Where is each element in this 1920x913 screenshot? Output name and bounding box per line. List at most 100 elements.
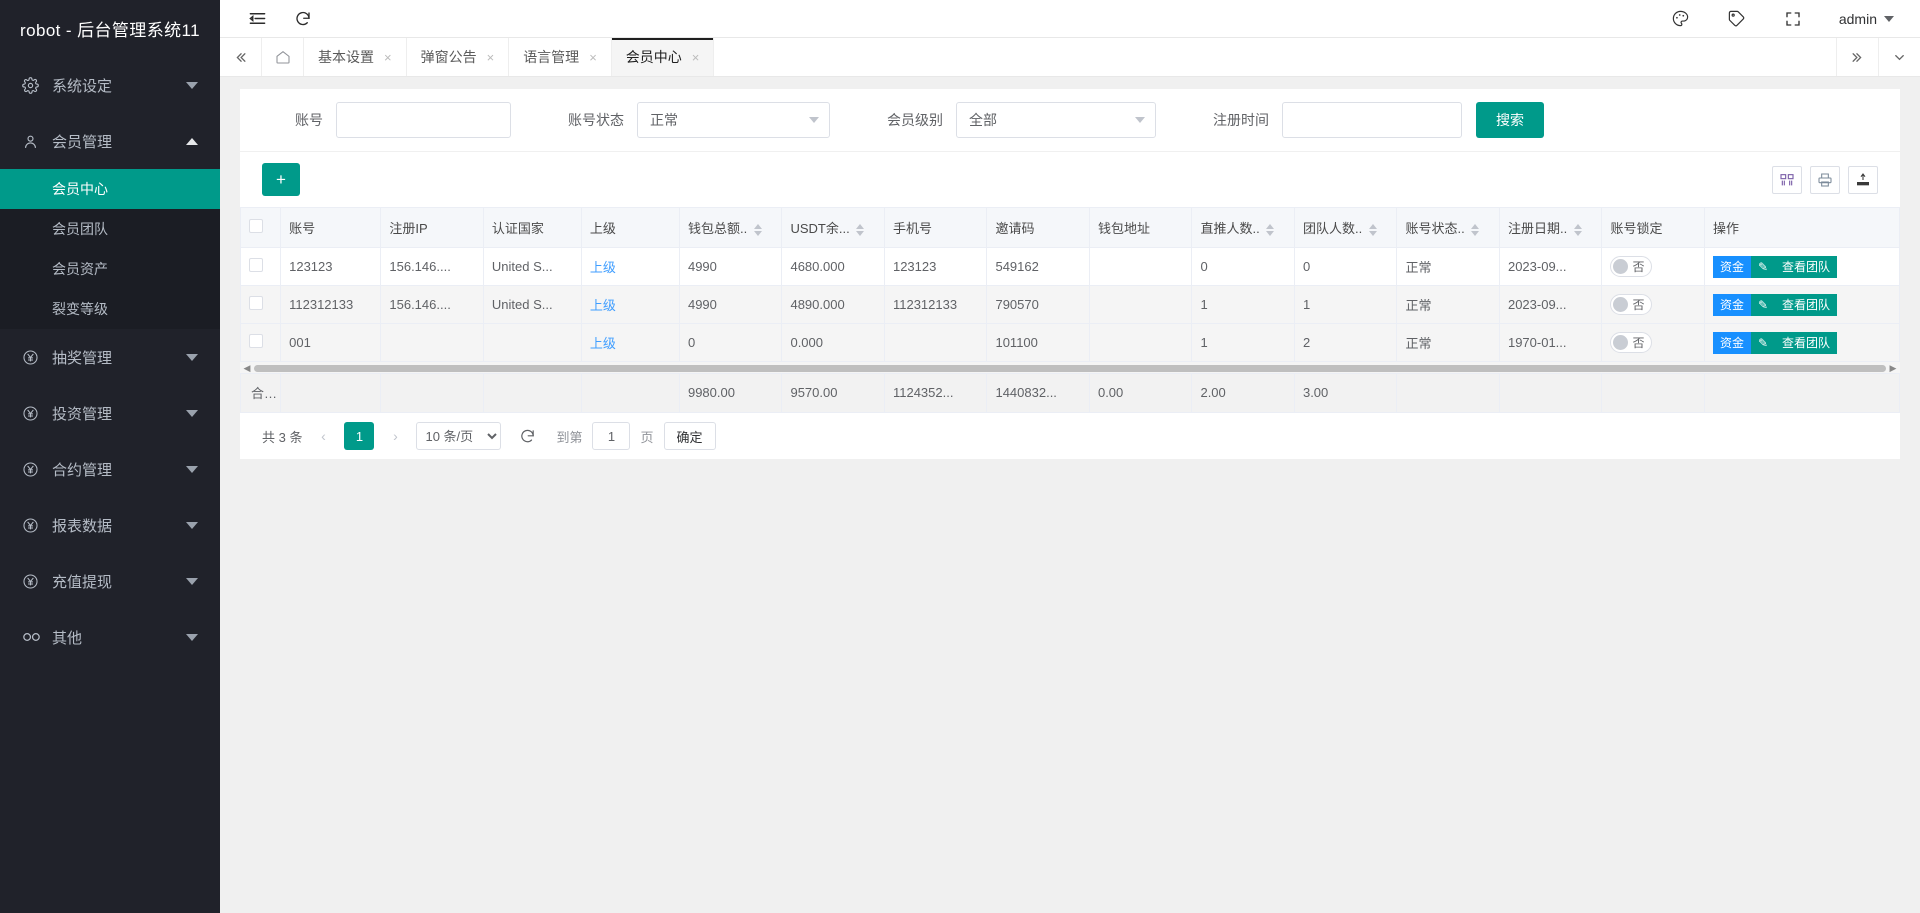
sort-icon[interactable]	[1266, 224, 1274, 236]
row-checkbox[interactable]	[249, 296, 263, 310]
table-row[interactable]: 123123 156.146.... United S... 上级 4990 4…	[241, 248, 1900, 286]
tab-basic-settings[interactable]: 基本设置 ×	[304, 38, 407, 76]
sort-icon[interactable]	[1471, 224, 1479, 236]
sort-icon[interactable]	[1369, 224, 1377, 236]
tabs-scroll-left-button[interactable]	[220, 38, 262, 76]
export-icon[interactable]	[1848, 166, 1878, 194]
table-body: 123123 156.146.... United S... 上级 4990 4…	[241, 248, 1900, 362]
sidebar-item-contract-management[interactable]: 合约管理	[0, 441, 220, 497]
tab-member-center[interactable]: 会员中心 ×	[612, 38, 715, 76]
account-input[interactable]	[336, 102, 511, 138]
edit-pencil-icon[interactable]: ✎	[1751, 256, 1775, 278]
home-icon[interactable]	[262, 38, 304, 76]
col-status[interactable]: 账号状态..	[1397, 208, 1500, 248]
sidebar-item-member-management[interactable]: 会员管理	[0, 113, 220, 169]
scroll-right-icon[interactable]: ▶	[1887, 362, 1899, 374]
sort-icon[interactable]	[856, 224, 864, 236]
col-parent[interactable]: 上级	[581, 208, 679, 248]
view-team-button[interactable]: 查看团队	[1775, 332, 1837, 354]
lock-toggle[interactable]: 否	[1610, 294, 1652, 315]
col-invite[interactable]: 邀请码	[987, 208, 1090, 248]
sidebar-item-member-center[interactable]: 会员中心	[0, 169, 220, 209]
table-horizontal-scrollbar[interactable]: ◀ ▶	[240, 362, 1900, 374]
row-checkbox[interactable]	[249, 258, 263, 272]
view-team-button[interactable]: 查看团队	[1775, 256, 1837, 278]
cell-status: 正常	[1397, 248, 1500, 286]
tabs-scroll-right-button[interactable]	[1836, 38, 1878, 76]
scrollbar-thumb[interactable]	[254, 365, 1886, 372]
col-account[interactable]: 账号	[281, 208, 381, 248]
refresh-icon[interactable]	[519, 428, 536, 445]
tag-icon[interactable]	[1709, 0, 1765, 37]
close-icon[interactable]: ×	[487, 51, 495, 64]
sort-icon[interactable]	[754, 224, 762, 236]
funds-button[interactable]: 资金	[1713, 256, 1751, 278]
fullscreen-icon[interactable]	[1765, 0, 1821, 37]
prev-page-button[interactable]: ‹	[312, 422, 334, 450]
col-wallet-address[interactable]: 钱包地址	[1089, 208, 1192, 248]
edit-pencil-icon[interactable]: ✎	[1751, 294, 1775, 316]
table-row[interactable]: 112312133 156.146.... United S... 上级 499…	[241, 286, 1900, 324]
register-time-input[interactable]	[1282, 102, 1462, 138]
cell-operations: 资金 ✎ 查看团队	[1704, 248, 1899, 286]
sidebar-item-member-team[interactable]: 会员团队	[0, 209, 220, 249]
funds-button[interactable]: 资金	[1713, 332, 1751, 354]
sidebar-item-fission-level[interactable]: 裂变等级	[0, 289, 220, 329]
col-operations[interactable]: 操作	[1704, 208, 1899, 248]
col-label: 手机号	[893, 221, 932, 236]
col-account-lock[interactable]: 账号锁定	[1602, 208, 1705, 248]
parent-link[interactable]: 上级	[590, 336, 616, 351]
table-row[interactable]: 001 上级 0 0.000 101100 1 2	[241, 324, 1900, 362]
account-status-select[interactable]: 正常	[637, 102, 830, 138]
parent-link[interactable]: 上级	[590, 260, 616, 275]
tab-popup-announcement[interactable]: 弹窗公告 ×	[407, 38, 510, 76]
col-usdt[interactable]: USDT余...	[782, 208, 885, 248]
sidebar-item-investment-management[interactable]: 投资管理	[0, 385, 220, 441]
close-icon[interactable]: ×	[384, 51, 392, 64]
col-direct-count[interactable]: 直推人数..	[1192, 208, 1295, 248]
parent-link[interactable]: 上级	[590, 298, 616, 313]
tabs-dropdown-button[interactable]	[1878, 38, 1920, 76]
page-size-select[interactable]: 10 条/页 20 条/页 50 条/页 100 条/页	[416, 422, 501, 450]
confirm-button[interactable]: 确定	[664, 422, 716, 450]
row-checkbox[interactable]	[249, 334, 263, 348]
search-button[interactable]: 搜索	[1476, 102, 1544, 138]
select-all-checkbox[interactable]	[249, 219, 263, 233]
sidebar-item-system-settings[interactable]: 系统设定	[0, 57, 220, 113]
sidebar-item-member-assets[interactable]: 会员资产	[0, 249, 220, 289]
add-button[interactable]: +	[262, 163, 300, 196]
close-icon[interactable]: ×	[589, 51, 597, 64]
user-menu[interactable]: admin	[1821, 11, 1894, 27]
col-register-date[interactable]: 注册日期..	[1499, 208, 1602, 248]
lock-toggle[interactable]: 否	[1610, 332, 1652, 353]
close-icon[interactable]: ×	[692, 51, 700, 64]
tab-language-management[interactable]: 语言管理 ×	[509, 38, 612, 76]
sidebar-item-lottery-management[interactable]: 抽奖管理	[0, 329, 220, 385]
menu-collapse-icon[interactable]	[234, 1, 280, 37]
submenu-item-label: 裂变等级	[52, 299, 108, 319]
content-area: 账号 账号状态 正常 会员级别 全部	[220, 77, 1920, 913]
refresh-icon[interactable]	[280, 1, 326, 37]
page-number-1[interactable]: 1	[344, 422, 374, 450]
funds-button[interactable]: 资金	[1713, 294, 1751, 316]
sidebar-item-report-data[interactable]: 报表数据	[0, 497, 220, 553]
col-reg-ip[interactable]: 注册IP	[381, 208, 484, 248]
edit-pencil-icon[interactable]: ✎	[1751, 332, 1775, 354]
lock-toggle[interactable]: 否	[1610, 256, 1652, 277]
jump-page-input[interactable]	[592, 422, 630, 450]
col-team-count[interactable]: 团队人数..	[1294, 208, 1397, 248]
sidebar-item-other[interactable]: 其他	[0, 609, 220, 665]
col-phone[interactable]: 手机号	[884, 208, 987, 248]
sidebar-item-deposit-withdraw[interactable]: 充值提现	[0, 553, 220, 609]
col-country[interactable]: 认证国家	[483, 208, 581, 248]
col-wallet-total[interactable]: 钱包总额..	[679, 208, 782, 248]
scroll-left-icon[interactable]: ◀	[241, 362, 253, 374]
palette-icon[interactable]	[1653, 0, 1709, 37]
print-icon[interactable]	[1810, 166, 1840, 194]
next-page-button[interactable]: ›	[384, 422, 406, 450]
view-team-button[interactable]: 查看团队	[1775, 294, 1837, 316]
select-all-header	[241, 208, 281, 248]
member-level-select[interactable]: 全部	[956, 102, 1156, 138]
columns-icon[interactable]	[1772, 166, 1802, 194]
sort-icon[interactable]	[1574, 224, 1582, 236]
